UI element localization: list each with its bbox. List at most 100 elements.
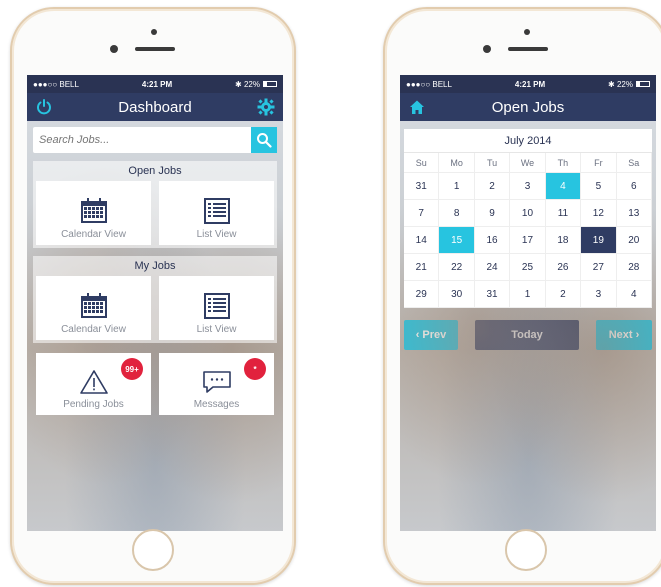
weekday-label: Sa bbox=[616, 153, 652, 173]
front-camera bbox=[524, 29, 530, 35]
battery-indicator: ✱ 22% bbox=[608, 80, 650, 89]
next-button[interactable]: Next › bbox=[596, 320, 652, 350]
tile-label: Calendar View bbox=[61, 324, 126, 335]
calendar-day-cell[interactable]: 11 bbox=[545, 200, 582, 227]
dashboard-screen: ●●●○○ BELL 4:21 PM ✱ 22% Dashboard Open … bbox=[27, 75, 283, 531]
calendar-icon bbox=[80, 198, 107, 223]
weekday-label: We bbox=[510, 153, 546, 173]
calendar: July 2014 Su Mo Tu We Th Fr Sa 31 1 2 3 4 5 6 7 8 9 10 11… bbox=[404, 129, 652, 308]
weekday-label: Tu bbox=[474, 153, 511, 173]
battery-indicator: ✱ 22% bbox=[235, 80, 277, 89]
calendar-day-cell[interactable]: 24 bbox=[474, 254, 511, 281]
calendar-day-cell[interactable]: 8 bbox=[439, 200, 475, 227]
calendar-day-cell[interactable]: 19 bbox=[581, 227, 617, 254]
calendar-day-grid: 31 1 2 3 4 5 6 7 8 9 10 11 12 13 14 15 16 17 18 19 20 21 22 24 2… bbox=[404, 173, 652, 308]
battery-percent: 22% bbox=[616, 79, 633, 89]
battery-percent: 22% bbox=[243, 79, 260, 89]
calendar-day-cell[interactable]: 10 bbox=[510, 200, 546, 227]
calendar-day-cell[interactable]: 21 bbox=[404, 254, 440, 281]
proximity-sensor bbox=[483, 45, 491, 53]
calendar-day-cell[interactable]: 25 bbox=[510, 254, 546, 281]
search-button[interactable] bbox=[251, 127, 277, 153]
warning-icon bbox=[79, 370, 108, 394]
my-jobs-calendar-view-tile[interactable]: Calendar View bbox=[36, 276, 151, 340]
status-bar: ●●●○○ BELL 4:21 PM ✱ 22% bbox=[27, 75, 283, 93]
calendar-day-cell[interactable]: 3 bbox=[510, 173, 546, 200]
open-jobs-list-view-tile[interactable]: List View bbox=[159, 181, 274, 245]
calendar-day-cell[interactable]: 3 bbox=[581, 281, 617, 308]
my-jobs-section: My Jobs Calendar View List View bbox=[33, 256, 277, 343]
clock: 4:21 PM bbox=[141, 79, 173, 89]
calendar-day-cell[interactable]: 18 bbox=[545, 227, 582, 254]
phone-frame-left: ●●●○○ BELL 4:21 PM ✱ 22% Dashboard Open … bbox=[10, 7, 296, 585]
nav-bar: Open Jobs bbox=[400, 93, 656, 121]
battery-icon bbox=[262, 81, 277, 88]
tile-label: Messages bbox=[193, 399, 240, 410]
calendar-day-cell[interactable]: 4 bbox=[616, 281, 652, 308]
home-button[interactable] bbox=[505, 529, 547, 571]
gear-icon[interactable] bbox=[257, 98, 275, 116]
page-title: Dashboard bbox=[118, 98, 192, 116]
tile-label: Pending Jobs bbox=[63, 399, 124, 410]
calendar-day-cell[interactable]: 31 bbox=[474, 281, 511, 308]
calendar-day-cell[interactable]: 2 bbox=[545, 281, 582, 308]
clock: 4:21 PM bbox=[514, 79, 546, 89]
open-jobs-screen: ●●●○○ BELL 4:21 PM ✱ 22% Open Jobs July … bbox=[400, 75, 656, 531]
calendar-day-cell[interactable]: 31 bbox=[404, 173, 440, 200]
front-camera bbox=[151, 29, 157, 35]
tile-label: List View bbox=[196, 324, 237, 335]
today-button[interactable]: Today bbox=[475, 320, 579, 350]
page-title: Open Jobs bbox=[491, 98, 565, 116]
calendar-day-cell[interactable]: 17 bbox=[510, 227, 546, 254]
weekday-header-row: Su Mo Tu We Th Fr Sa bbox=[404, 153, 652, 173]
calendar-day-cell[interactable]: 1 bbox=[510, 281, 546, 308]
messages-tile[interactable]: * Messages bbox=[159, 353, 274, 415]
calendar-day-cell[interactable]: 2 bbox=[474, 173, 511, 200]
my-jobs-list-view-tile[interactable]: List View bbox=[159, 276, 274, 340]
my-jobs-title: My Jobs bbox=[134, 260, 176, 272]
open-jobs-title: Open Jobs bbox=[128, 165, 182, 177]
earpiece-speaker bbox=[508, 47, 548, 51]
status-bar: ●●●○○ BELL 4:21 PM ✱ 22% bbox=[400, 75, 656, 93]
messages-badge: * bbox=[244, 358, 266, 380]
calendar-day-cell[interactable]: 1 bbox=[439, 173, 475, 200]
calendar-icon bbox=[80, 293, 107, 318]
search-input[interactable] bbox=[33, 127, 251, 153]
calendar-day-cell[interactable]: 27 bbox=[581, 254, 617, 281]
weekday-label: Fr bbox=[581, 153, 617, 173]
carrier-label: ●●●○○ BELL bbox=[406, 79, 452, 89]
calendar-day-cell[interactable]: 28 bbox=[616, 254, 652, 281]
prev-button[interactable]: ‹ Prev bbox=[404, 320, 458, 350]
search-bar bbox=[33, 127, 277, 153]
home-icon[interactable] bbox=[408, 98, 426, 116]
calendar-day-cell[interactable]: 22 bbox=[439, 254, 475, 281]
calendar-day-cell[interactable]: 13 bbox=[616, 200, 652, 227]
calendar-day-cell[interactable]: 30 bbox=[439, 281, 475, 308]
calendar-day-cell[interactable]: 29 bbox=[404, 281, 440, 308]
earpiece-speaker bbox=[135, 47, 175, 51]
power-icon[interactable] bbox=[35, 98, 53, 116]
calendar-day-cell[interactable]: 20 bbox=[616, 227, 652, 254]
calendar-day-cell[interactable]: 5 bbox=[581, 173, 617, 200]
phone-frame-right: ●●●○○ BELL 4:21 PM ✱ 22% Open Jobs July … bbox=[383, 7, 661, 585]
nav-bar: Dashboard bbox=[27, 93, 283, 121]
calendar-day-cell[interactable]: 12 bbox=[581, 200, 617, 227]
message-bubble-icon bbox=[202, 371, 231, 393]
calendar-day-cell[interactable]: 4 bbox=[545, 173, 582, 200]
pending-jobs-tile[interactable]: 99+ Pending Jobs bbox=[36, 353, 151, 415]
list-icon bbox=[203, 198, 230, 224]
search-icon bbox=[257, 133, 272, 148]
calendar-nav: ‹ Prev Today Next › bbox=[404, 320, 652, 350]
calendar-day-cell[interactable]: 7 bbox=[404, 200, 440, 227]
calendar-month-title: July 2014 bbox=[404, 129, 652, 153]
home-button[interactable] bbox=[132, 529, 174, 571]
calendar-day-cell[interactable]: 15 bbox=[439, 227, 475, 254]
proximity-sensor bbox=[110, 45, 118, 53]
calendar-day-cell[interactable]: 6 bbox=[616, 173, 652, 200]
calendar-day-cell[interactable]: 14 bbox=[404, 227, 440, 254]
calendar-day-cell[interactable]: 26 bbox=[545, 254, 582, 281]
calendar-day-cell[interactable]: 16 bbox=[474, 227, 511, 254]
carrier-label: ●●●○○ BELL bbox=[33, 79, 79, 89]
open-jobs-calendar-view-tile[interactable]: Calendar View bbox=[36, 181, 151, 245]
calendar-day-cell[interactable]: 9 bbox=[474, 200, 511, 227]
